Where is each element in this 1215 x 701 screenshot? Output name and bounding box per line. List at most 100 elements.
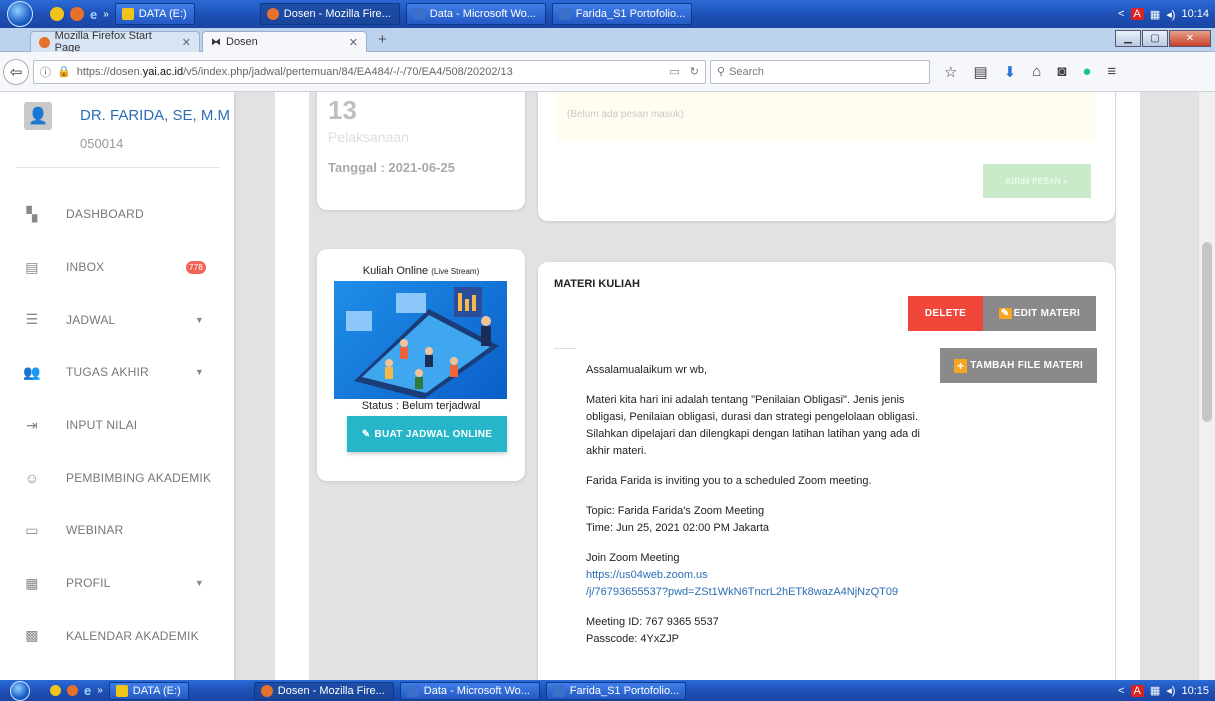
task-firefox[interactable]: Dosen - Mozilla Fire... [259,3,400,25]
back-icon[interactable]: ⇦ [3,58,29,85]
search-icon: ⚲ [717,66,726,78]
bookmark-star-icon[interactable]: ☆ [944,63,957,81]
word-icon [412,8,425,20]
quick-launch: e » [50,683,103,698]
task-word-portofolio[interactable]: Farida_S1 Portofolio... [545,681,686,700]
profile-icon: ▦ [25,574,39,591]
tab-dosen[interactable]: ⧓ Dosen ✕ [202,31,367,52]
materi-card: MATERI KULIAH DELETE ✎ EDIT MATERI + TAMBA… [538,262,1115,680]
maximize-icon[interactable]: ▢ [1142,30,1168,47]
input-icon: ⇥ [26,416,38,433]
download-icon[interactable]: ⬇ [1004,63,1017,81]
page-content: 👤 DR. FARIDA, SE, M.M 050014 ▚ DASHBOARD … [0,92,1215,680]
add-file-materi-button[interactable]: + TAMBAH FILE MATERI [940,348,1097,383]
sidebar-item-inbox[interactable]: ▤ INBOX 778 [0,241,234,294]
sidebar-item-jadwal[interactable]: ☰ JADWAL ▼ [0,293,234,346]
minimize-icon[interactable]: ▁ [1115,30,1141,47]
firefox-icon[interactable] [67,685,78,696]
quick-launch: e » [50,7,109,22]
task-word-data[interactable]: Data - Microsoft Wo... [405,3,546,25]
page-scrollbar[interactable] [1198,92,1215,680]
clock: 10:15 [1181,684,1209,697]
home-icon[interactable]: ⌂ [1032,63,1041,80]
user-name[interactable]: DR. FARIDA, SE, M.M [80,107,230,124]
delete-button[interactable]: DELETE [908,296,983,331]
ie-icon[interactable]: e [90,7,97,22]
volume-icon[interactable]: ◂) [1166,684,1175,697]
network-icon[interactable]: ▦ [1150,684,1160,697]
pocket-icon[interactable]: ◙ [1057,63,1066,80]
search-input[interactable]: ⚲ Search [710,59,930,84]
sidebar-item-profil[interactable]: ▦ PROFIL ▼ [0,557,234,610]
zoom-join: Join Zoom Meeting https://us04web.zoom.us… [586,552,899,598]
close-window-icon[interactable]: ✕ [1169,30,1211,47]
materi-paragraph: Materi kita hari ini adalah tentang "Pen… [586,394,920,457]
tray-arrow-icon[interactable]: < [1118,685,1124,697]
materi-content: Assalamualaikum wr wb, Materi kita hari … [586,362,936,661]
grammarly-icon[interactable]: ● [1082,63,1091,80]
start-button[interactable] [0,680,40,701]
inbox-icon: ▤ [25,258,39,275]
system-tray: < A ▦ ◂) 10:15 [1118,684,1215,697]
start-button[interactable] [0,0,40,28]
tab-firefox-start[interactable]: Mozilla Firefox Start Page ✕ [30,30,200,54]
empty-message-text: (Belum ada pesan masuk) [567,109,684,120]
sidebar-item-dashboard[interactable]: ▚ DASHBOARD [0,188,234,241]
create-online-schedule-button[interactable]: ✎ BUAT JADWAL ONLINE [347,416,507,452]
network-icon[interactable]: ▦ [1150,8,1160,21]
task-firefox[interactable]: Dosen - Mozilla Fire... [253,681,394,700]
menu-icon[interactable]: ≡ [1107,63,1116,80]
sidebar-item-webinar[interactable]: ▭ WEBINAR [0,504,234,557]
task-word-portofolio[interactable]: Farida_S1 Portofolio... [551,3,692,25]
scrollbar-thumb[interactable] [1202,242,1212,422]
users-icon: 👥 [23,363,41,380]
chevron-down-icon: ▼ [194,314,204,325]
sidebar-item-kalendar[interactable]: ▩ KALENDAR AKADEMIK [0,610,234,663]
divider [16,167,220,168]
system-tray: < A ▦ ◂) 10:14 [1118,8,1215,21]
close-tab-icon[interactable]: ✕ [182,36,191,49]
info-icon[interactable]: ⓘ [40,64,51,80]
reader-view-icon[interactable]: ▭ [669,65,679,78]
taskbar-bottom: e » DATA (E:) Dosen - Mozilla Fire... Da… [0,680,1215,701]
sidebar: 👤 DR. FARIDA, SE, M.M 050014 ▚ DASHBOARD … [0,92,234,680]
more-icon[interactable]: » [103,9,109,20]
word-icon [558,8,571,20]
plus-icon: + [953,358,968,373]
firefox-icon[interactable] [70,7,84,21]
send-message-button[interactable]: KIRIM PESAN » [983,164,1091,198]
sidebar-item-pembimbing[interactable]: ☺ PEMBIMBING AKADEMIK [0,451,234,504]
sidebar-item-input-nilai[interactable]: ⇥ INPUT NILAI [0,399,234,452]
window-controls: ▁ ▢ ✕ [1115,30,1211,47]
bookmarks-icon[interactable]: ▤ [973,63,987,81]
url-bar[interactable]: ⓘ 🔒 https://dosen.yai.ac.id/v5/index.php… [33,59,706,84]
advisor-icon: ☺ [24,469,40,486]
acrobat-icon[interactable]: A [1130,684,1144,697]
folder-icon [115,684,128,697]
close-tab-icon[interactable]: ✕ [349,36,358,49]
quicklaunch-icon[interactable] [50,685,61,696]
zoom-invite-text: Farida Farida is inviting you to a sched… [586,475,872,487]
live-stream-illustration [334,281,507,399]
firefox-icon [260,684,273,697]
ie-icon[interactable]: e [84,683,91,698]
new-tab-icon[interactable]: + [378,31,387,48]
task-word-data[interactable]: Data - Microsoft Wo... [399,681,540,700]
user-nip: 050014 [80,136,124,151]
sidebar-item-tugas-akhir[interactable]: 👥 TUGAS AKHIR ▼ [0,346,234,399]
task-data-drive[interactable]: DATA (E:) [114,3,195,25]
reload-icon[interactable]: ↻ [690,65,699,78]
folder-icon [121,8,134,20]
chevron-down-icon: ▼ [194,578,204,589]
quicklaunch-icon[interactable] [50,7,64,21]
acrobat-icon[interactable]: A [1130,8,1144,20]
browser-tab-bar: Mozilla Firefox Start Page ✕ ⧓ Dosen ✕ +… [0,28,1215,54]
zoom-link[interactable]: https://us04web.zoom.us/j/76793655537?pw… [586,569,898,598]
tray-arrow-icon[interactable]: < [1118,8,1124,20]
task-data-drive[interactable]: DATA (E:) [108,681,189,700]
volume-icon[interactable]: ◂) [1166,8,1175,21]
inbox-count-badge: 778 [186,260,206,274]
url-text: https://dosen.yai.ac.id/v5/index.php/jad… [76,65,513,78]
edit-materi-button[interactable]: ✎ EDIT MATERI [983,296,1096,331]
more-icon[interactable]: » [97,685,103,696]
